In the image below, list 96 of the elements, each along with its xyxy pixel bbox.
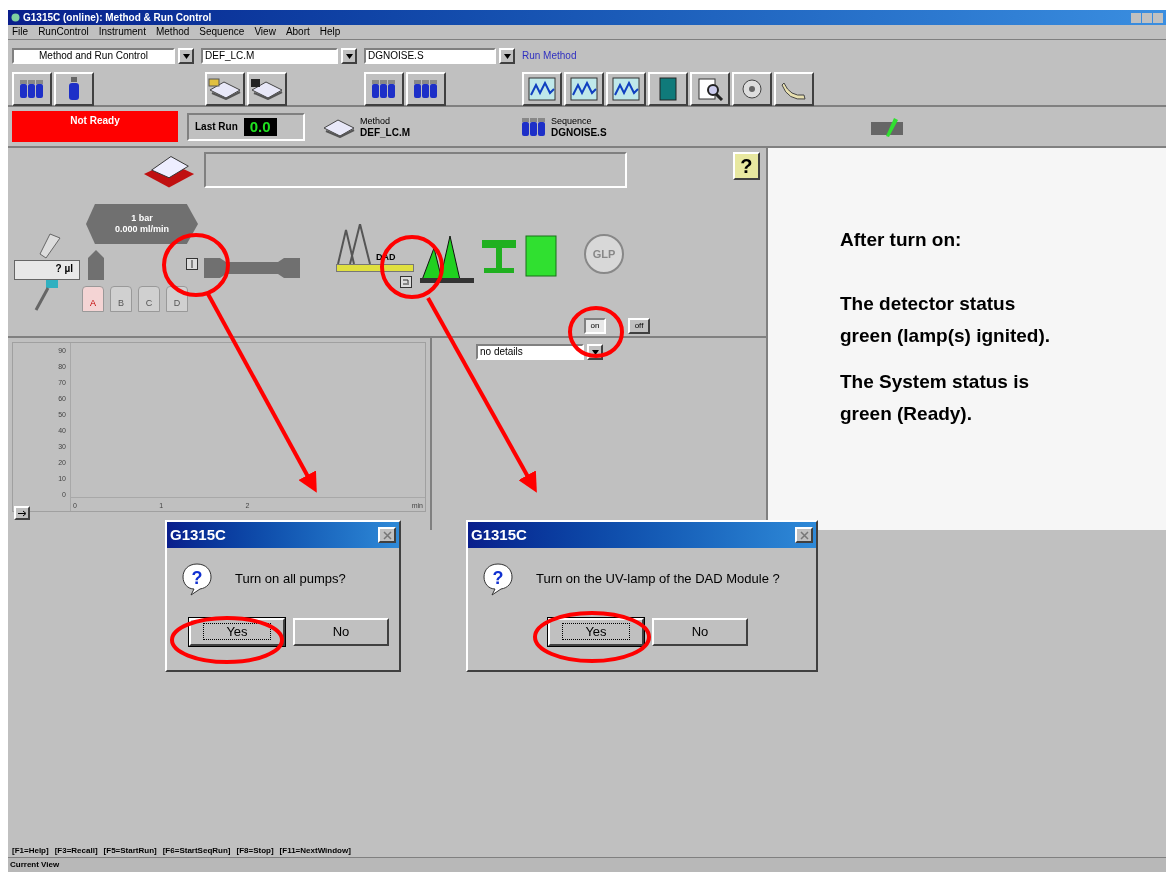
toolbar-button[interactable] bbox=[732, 72, 772, 106]
samples-button[interactable] bbox=[12, 72, 52, 106]
menu-item[interactable]: Sequence bbox=[199, 26, 245, 38]
dropdown-button[interactable] bbox=[341, 48, 357, 64]
window-title: G1315C (online): Method & Run Control bbox=[23, 11, 212, 24]
chromatogram-icon bbox=[420, 234, 474, 284]
menu-item[interactable]: Abort bbox=[285, 26, 310, 38]
vial-icon bbox=[68, 77, 80, 101]
dialog-button[interactable]: No bbox=[652, 618, 748, 646]
sequence-select[interactable]: DGNOISE.S bbox=[364, 48, 496, 64]
last-run-label: Last Run bbox=[195, 120, 238, 134]
method-name: DEF_LC.M bbox=[360, 126, 410, 138]
sequence-name: DGNOISE.S bbox=[551, 126, 607, 138]
dialog-button[interactable]: Yes bbox=[548, 618, 644, 646]
close-icon bbox=[799, 530, 809, 540]
toolbar-button[interactable] bbox=[690, 72, 730, 106]
dialog-title: G1315C bbox=[471, 524, 527, 545]
system-status: Not Ready bbox=[12, 111, 178, 142]
bottles-icon bbox=[413, 78, 439, 100]
highlight-circle bbox=[568, 306, 624, 358]
save-sequence-button[interactable] bbox=[406, 72, 446, 106]
save-method-button[interactable] bbox=[247, 72, 287, 106]
annotation-text: The System status is green (Ready). bbox=[840, 370, 1031, 426]
vial-button[interactable] bbox=[54, 72, 94, 106]
pump-pressure: 1 bar bbox=[131, 213, 153, 224]
help-button[interactable]: ? bbox=[732, 152, 760, 180]
method-label: Method bbox=[360, 115, 392, 127]
toolbar-button[interactable] bbox=[564, 72, 604, 106]
sequence-label: Sequence bbox=[551, 115, 593, 127]
dialog-title: G1315C bbox=[170, 524, 226, 545]
chart-icon bbox=[612, 77, 640, 101]
view-select[interactable]: Method and Run Control bbox=[12, 48, 175, 64]
question-icon: ? bbox=[181, 562, 213, 596]
open-book-icon bbox=[208, 78, 242, 100]
last-run-display: 0.0 bbox=[243, 117, 277, 136]
report-icon bbox=[524, 234, 560, 278]
function-key-hint: [F6=StartSeqRun] bbox=[162, 844, 231, 857]
sequence-bottles-icon bbox=[521, 115, 547, 138]
toolbar-button[interactable] bbox=[774, 72, 814, 106]
run-method-label: Run Method bbox=[522, 49, 578, 63]
function-key-hint: [F8=Stop] bbox=[236, 844, 274, 857]
menu-item[interactable]: File bbox=[12, 26, 29, 38]
load-sequence-button[interactable] bbox=[364, 72, 404, 106]
pump-icon bbox=[86, 250, 106, 280]
bottles-icon bbox=[19, 78, 45, 100]
function-key-hint: [F3=Recall] bbox=[54, 844, 98, 857]
chart-icon bbox=[528, 77, 556, 101]
injector-tray: ? µl bbox=[14, 260, 80, 280]
toolbar-button[interactable] bbox=[522, 72, 562, 106]
dialog-button[interactable]: No bbox=[293, 618, 389, 646]
close-button[interactable] bbox=[795, 527, 813, 543]
close-button[interactable] bbox=[378, 527, 396, 543]
dropdown-button[interactable] bbox=[178, 48, 194, 64]
method-select[interactable]: DEF_LC.M bbox=[201, 48, 338, 64]
menu-item[interactable]: RunControl bbox=[38, 26, 89, 38]
status-bar-text: Current View bbox=[10, 859, 60, 871]
glp-badge: GLP bbox=[584, 234, 624, 274]
toolbar-button[interactable] bbox=[648, 72, 688, 106]
annotation-text: The detector status green (lamp(s) ignited). bbox=[840, 292, 1052, 348]
lamp-switch-button[interactable]: on bbox=[584, 318, 606, 334]
menu-item[interactable]: Help bbox=[319, 26, 341, 38]
bottles-icon bbox=[371, 78, 397, 100]
caret-icon bbox=[591, 349, 599, 355]
solvent-bottle[interactable]: A bbox=[82, 286, 104, 312]
close-icon bbox=[382, 530, 392, 540]
magnifier-icon bbox=[696, 77, 724, 101]
caret-icon bbox=[182, 53, 190, 59]
menu-item[interactable]: Instrument bbox=[98, 26, 146, 38]
dialog-message: Turn on the UV-lamp of the DAD Module ? bbox=[536, 570, 780, 589]
function-key-hint: [F11=NextWindow] bbox=[279, 844, 351, 857]
solvent-bottle[interactable]: B bbox=[110, 286, 132, 312]
solvent-bottle[interactable]: C bbox=[138, 286, 160, 312]
details-select[interactable]: no details bbox=[476, 344, 584, 360]
toolbar-button[interactable] bbox=[606, 72, 646, 106]
zoom-toggle-button[interactable] bbox=[14, 506, 30, 520]
module-switch-icon bbox=[400, 276, 412, 288]
dropdown-button[interactable] bbox=[499, 48, 515, 64]
highlight-circle bbox=[162, 233, 230, 297]
logo-icon bbox=[870, 115, 906, 138]
pump-flow: 0.000 ml/min bbox=[115, 224, 169, 235]
lamp-switch-button[interactable]: off bbox=[628, 318, 650, 334]
caret-icon bbox=[503, 53, 511, 59]
caret-icon bbox=[345, 53, 353, 59]
load-method-button[interactable] bbox=[205, 72, 245, 106]
annotation-text: After turn on: bbox=[840, 228, 963, 252]
question-icon: ? bbox=[482, 562, 514, 596]
menu-item[interactable]: Method bbox=[155, 26, 190, 38]
function-key-hint: [F1=Help] bbox=[12, 844, 49, 857]
app-icon bbox=[11, 13, 20, 22]
module-switch-icon bbox=[186, 258, 198, 270]
function-key-hint: [F5=StartRun] bbox=[103, 844, 157, 857]
menu-item[interactable]: View bbox=[254, 26, 276, 38]
arrow-icon bbox=[17, 509, 27, 517]
save-book-icon bbox=[250, 78, 284, 100]
dialog-message: Turn on all pumps? bbox=[235, 570, 346, 589]
chart-icon bbox=[570, 77, 598, 101]
